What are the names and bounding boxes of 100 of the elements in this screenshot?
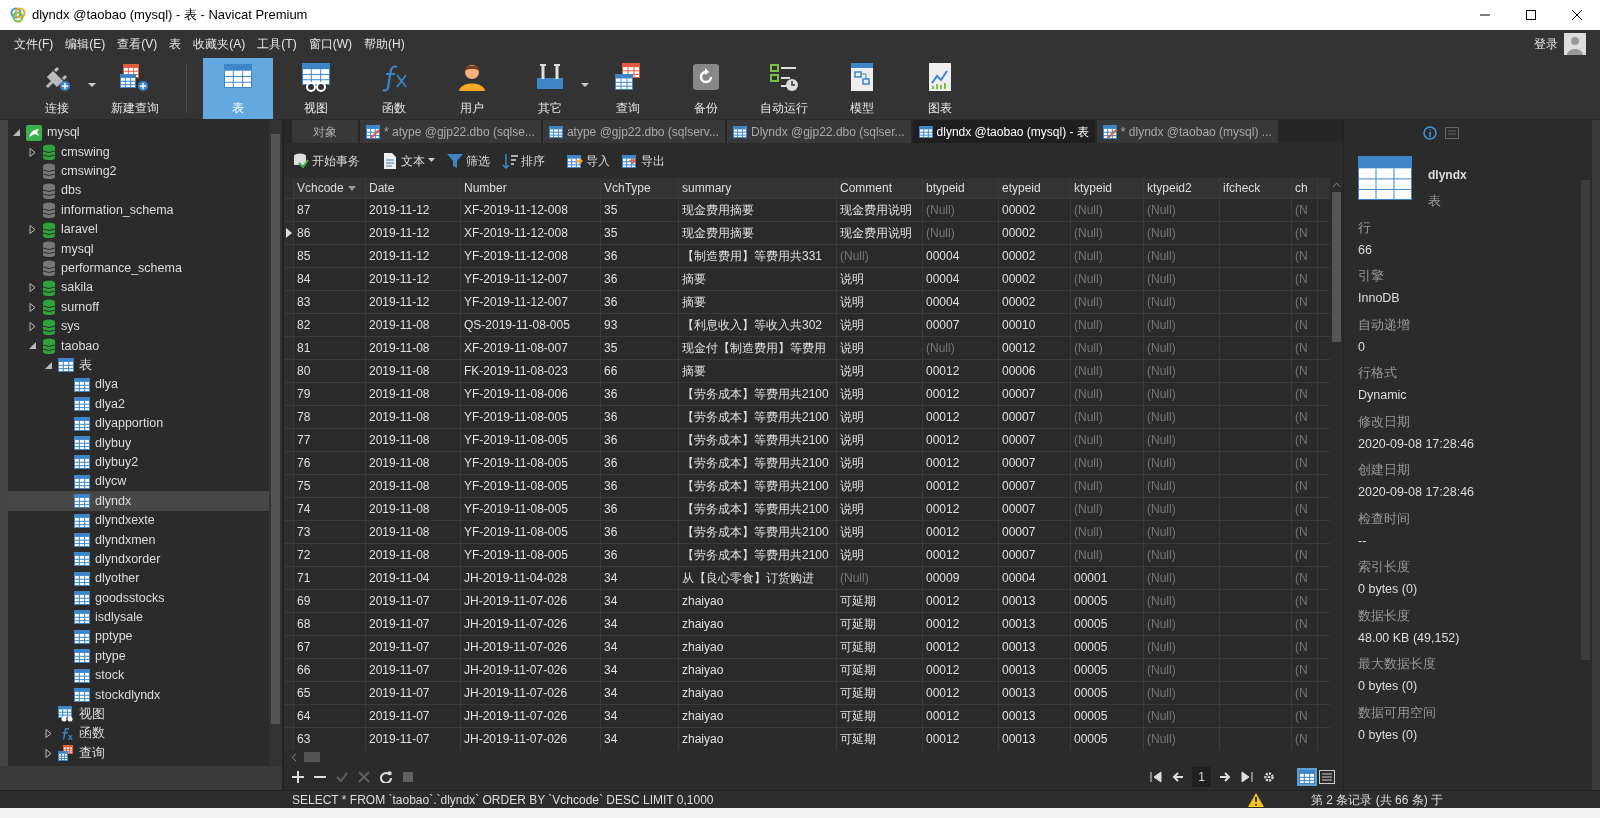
tree-item[interactable]: dlybuy2 bbox=[8, 452, 269, 473]
column-header[interactable]: ktypeid2 bbox=[1144, 178, 1220, 198]
tree-item[interactable]: dlya2 bbox=[8, 394, 269, 414]
tree-item[interactable]: dlybuy bbox=[8, 433, 269, 453]
column-header[interactable]: Number bbox=[461, 178, 601, 198]
toolbar-button[interactable]: 函数 bbox=[359, 58, 429, 119]
toolbar-button[interactable]: 连接 bbox=[22, 58, 92, 119]
toolbar-button[interactable]: 查询 bbox=[593, 58, 663, 119]
column-header[interactable]: Vchcode bbox=[294, 178, 366, 198]
tree-item[interactable]: dlyndx bbox=[8, 491, 269, 511]
tree-item[interactable]: sys bbox=[8, 316, 269, 337]
settings-icon[interactable] bbox=[1263, 771, 1275, 783]
tab[interactable]: * dlyndx @taobao (mysql) ... bbox=[1096, 120, 1278, 143]
collapsed-arrow-icon[interactable] bbox=[28, 147, 37, 157]
avatar-icon[interactable] bbox=[1564, 33, 1586, 55]
grid-view-button[interactable] bbox=[1297, 768, 1317, 786]
row-selector[interactable] bbox=[284, 222, 294, 244]
tab[interactable]: * atype @gjp22.dbo (sqlse... bbox=[360, 120, 541, 143]
toolbar-button[interactable]: 导入 bbox=[564, 149, 613, 172]
scroll-up-icon[interactable] bbox=[1332, 182, 1341, 188]
collapsed-arrow-icon[interactable] bbox=[28, 283, 37, 293]
tree-item[interactable]: sakila bbox=[8, 278, 269, 298]
tree-item[interactable]: surnoff bbox=[8, 297, 269, 317]
toolbar-button[interactable]: 新建查询 bbox=[100, 58, 170, 119]
refresh-icon[interactable] bbox=[380, 771, 392, 783]
tab[interactable]: dlyndx @taobao (mysql) - 表 bbox=[912, 120, 1095, 143]
scroll-left-icon[interactable] bbox=[290, 752, 298, 762]
scrollbar-thumb[interactable] bbox=[1332, 192, 1341, 342]
toolbar-button[interactable]: 开始事务 bbox=[290, 149, 363, 172]
form-view-button[interactable] bbox=[1317, 768, 1337, 786]
column-header[interactable]: VchType bbox=[601, 178, 679, 198]
column-header[interactable]: btypeid bbox=[923, 178, 999, 198]
column-header[interactable]: etypeid bbox=[999, 178, 1071, 198]
tree-item[interactable]: mysql bbox=[8, 123, 269, 143]
tab[interactable]: Dlyndx @gjp22.dbo (sqlser... bbox=[727, 120, 911, 143]
toolbar-button[interactable]: 文本 bbox=[379, 149, 438, 172]
menu-item[interactable]: 工具(T) bbox=[251, 35, 303, 53]
tree-item[interactable]: 视图 bbox=[8, 704, 269, 725]
tree-item[interactable]: dlyapportion bbox=[8, 413, 269, 434]
tree-item[interactable]: dlyndxexte bbox=[8, 510, 269, 531]
tab[interactable]: 对象 bbox=[292, 120, 358, 143]
ddl-icon[interactable] bbox=[1445, 127, 1459, 139]
toolbar-button[interactable]: 用户 bbox=[437, 58, 507, 119]
column-header[interactable]: Comment bbox=[837, 178, 923, 198]
tree-item[interactable]: information_schema bbox=[8, 200, 269, 220]
first-page-icon[interactable] bbox=[1150, 771, 1163, 783]
tree-item[interactable]: dlya bbox=[8, 375, 269, 395]
column-header[interactable]: Date bbox=[366, 178, 461, 198]
tree-item[interactable]: dlyndxorder bbox=[8, 549, 269, 569]
tree-item[interactable]: stock bbox=[8, 665, 269, 686]
toolbar-button[interactable]: 视图 bbox=[281, 58, 351, 119]
scrollbar-thumb[interactable] bbox=[271, 134, 280, 724]
menu-item[interactable]: 窗口(W) bbox=[302, 35, 358, 53]
tree-item[interactable]: dbs bbox=[8, 181, 269, 201]
menu-item[interactable]: 表 bbox=[163, 35, 188, 53]
tree-item[interactable]: 查询 bbox=[8, 743, 269, 763]
tree-item[interactable]: performance_schema bbox=[8, 258, 269, 279]
toolbar-button[interactable]: 模型 bbox=[827, 58, 897, 119]
tree-item[interactable]: 函数 bbox=[8, 724, 269, 744]
page-number-field[interactable]: 1 bbox=[1192, 767, 1211, 787]
toolbar-button[interactable]: 筛选 bbox=[444, 149, 493, 172]
warning-icon[interactable] bbox=[1247, 792, 1264, 807]
expanded-arrow-icon[interactable] bbox=[12, 128, 21, 138]
menu-item[interactable]: 文件(F) bbox=[8, 35, 60, 53]
column-header[interactable]: ch bbox=[1292, 178, 1318, 198]
menu-item[interactable]: 收藏夹(A) bbox=[187, 35, 252, 53]
tree-item[interactable]: cmswing bbox=[8, 142, 269, 162]
tree-item[interactable]: laravel bbox=[8, 219, 269, 240]
collapsed-arrow-icon[interactable] bbox=[44, 729, 53, 739]
info-icon[interactable] bbox=[1423, 126, 1437, 140]
toolbar-button[interactable]: 导出 bbox=[619, 149, 668, 172]
toolbar-button[interactable]: 排序 bbox=[499, 149, 548, 172]
expanded-arrow-icon[interactable] bbox=[44, 360, 53, 370]
tree-item[interactable]: dlyother bbox=[8, 569, 269, 589]
add-icon[interactable] bbox=[292, 771, 304, 783]
tree-item[interactable]: goodsstocks bbox=[8, 588, 269, 608]
next-page-icon[interactable] bbox=[1219, 771, 1231, 783]
tree-item[interactable]: 表 bbox=[8, 355, 269, 376]
tree-item[interactable]: isdlysale bbox=[8, 607, 269, 628]
tree-item[interactable]: dlyndxmen bbox=[8, 530, 269, 550]
toolbar-button[interactable]: 图表 bbox=[905, 58, 975, 119]
login-link[interactable]: 登录 bbox=[1528, 35, 1564, 53]
last-page-icon[interactable] bbox=[1241, 771, 1253, 783]
tree-item[interactable]: pptype bbox=[8, 627, 269, 647]
scrollbar-thumb[interactable] bbox=[304, 752, 320, 762]
collapsed-arrow-icon[interactable] bbox=[28, 302, 37, 312]
collapsed-arrow-icon[interactable] bbox=[44, 748, 53, 758]
tab[interactable]: atype @gjp22.dbo (sqlserv... bbox=[542, 120, 725, 143]
expanded-arrow-icon[interactable] bbox=[28, 341, 37, 351]
menu-item[interactable]: 编辑(E) bbox=[59, 35, 112, 53]
column-header[interactable]: ktypeid bbox=[1071, 178, 1144, 198]
toolbar-button[interactable]: 备份 bbox=[671, 58, 741, 119]
tree-item[interactable]: cmswing2 bbox=[8, 161, 269, 182]
previous-page-icon[interactable] bbox=[1172, 771, 1185, 783]
tree-item[interactable]: stockdlyndx bbox=[8, 685, 269, 705]
column-header[interactable]: ifcheck bbox=[1220, 178, 1292, 198]
toolbar-button[interactable]: 自动运行 bbox=[749, 58, 819, 119]
menu-item[interactable]: 帮助(H) bbox=[358, 35, 411, 53]
menu-item[interactable]: 查看(V) bbox=[111, 35, 164, 53]
tree-item[interactable]: dlycw bbox=[8, 472, 269, 492]
